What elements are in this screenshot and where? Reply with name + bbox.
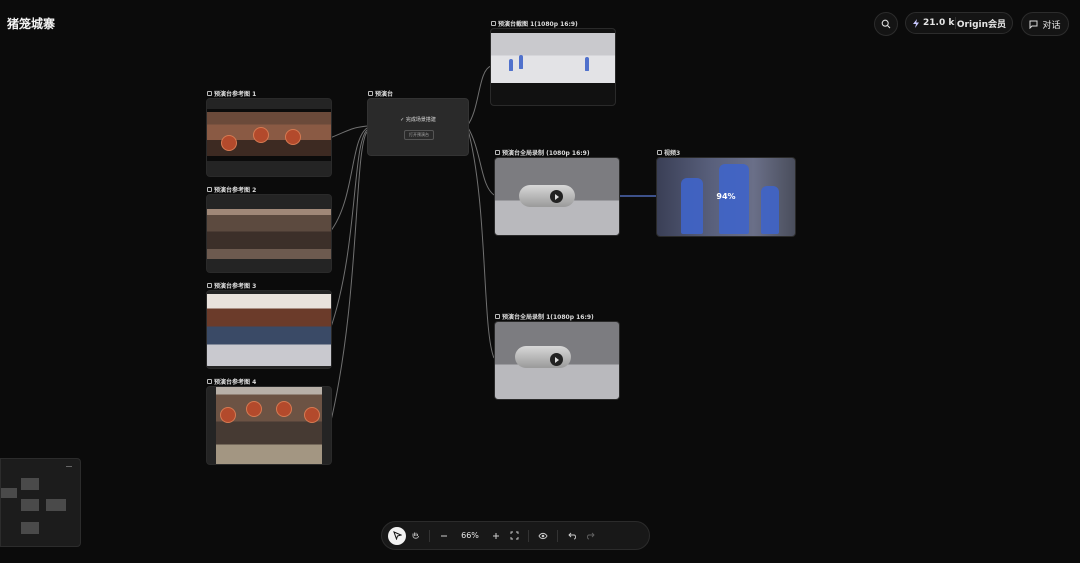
eye-icon <box>538 532 548 539</box>
image-node-icon <box>207 379 212 384</box>
image-node-icon <box>491 21 496 26</box>
image-node-icon <box>207 283 212 288</box>
minimap-node <box>46 499 66 511</box>
lantern-decoration <box>276 401 292 417</box>
video-node-3[interactable]: 94% <box>656 157 796 237</box>
lantern-decoration <box>246 401 262 417</box>
zoom-out-button[interactable] <box>435 527 453 545</box>
canvas-toolbar: 66% <box>381 521 650 550</box>
image-node-icon <box>207 187 212 192</box>
minimap-node <box>21 499 39 511</box>
undo-icon <box>567 532 576 540</box>
zoom-in-icon <box>493 532 499 539</box>
ref-image-node-1[interactable] <box>206 98 332 177</box>
play-icon[interactable] <box>550 190 563 203</box>
zoom-out-icon <box>441 535 447 536</box>
lantern-decoration <box>253 127 269 143</box>
ref-image-node-4[interactable] <box>206 386 332 465</box>
node-label-rec2: 预演台全局录制 1(1080p 16:9) <box>495 312 594 321</box>
pointer-icon <box>392 531 402 540</box>
preview-button[interactable] <box>534 527 552 545</box>
capsule-object <box>519 185 575 207</box>
node-label-video3: 视频3 <box>657 148 680 157</box>
zoom-level[interactable]: 66% <box>453 531 487 540</box>
minimap-node <box>21 478 39 490</box>
ref-image-4 <box>216 387 322 464</box>
node-label-ref4: 预演台参考图 4 <box>207 377 256 386</box>
screenshot-node-1[interactable] <box>490 28 616 106</box>
node-label-ref3: 预演台参考图 3 <box>207 281 256 290</box>
pointer-tool[interactable] <box>388 526 406 545</box>
video-node-icon <box>657 150 662 155</box>
blue-figure <box>509 59 513 71</box>
lantern-decoration <box>221 135 237 151</box>
minimap[interactable] <box>0 458 81 547</box>
node-label-stage: 预演台 <box>368 89 393 98</box>
redo-icon <box>586 532 595 540</box>
hand-icon <box>412 532 419 539</box>
screenshot-image-1 <box>491 33 615 83</box>
zoom-in-button[interactable] <box>487 527 505 545</box>
open-stage-button[interactable]: 打开预演台 <box>404 130 434 140</box>
redo-button[interactable] <box>581 527 599 545</box>
ref-image-node-3[interactable] <box>206 290 332 369</box>
video-node-icon <box>495 150 500 155</box>
node-label-ref2: 预演台参考图 2 <box>207 185 256 194</box>
stage-node-icon <box>368 91 373 96</box>
minimap-node <box>21 522 39 534</box>
stage-status: ✓ 完成场景搭建 <box>400 117 436 123</box>
minimap-collapse-icon[interactable] <box>66 466 72 467</box>
toolbar-divider <box>429 529 430 542</box>
ref-image-2 <box>207 209 331 259</box>
toolbar-divider <box>528 529 529 542</box>
lantern-decoration <box>220 407 236 423</box>
recording-node-1[interactable] <box>494 157 620 236</box>
video-node-icon <box>495 314 500 319</box>
node-label-rec1: 预演台全局录制 (1080p 16:9) <box>495 148 590 157</box>
toolbar-divider <box>557 529 558 542</box>
node-label-shot1: 预演台截图 1(1080p 16:9) <box>491 19 578 28</box>
ref-image-node-2[interactable] <box>206 194 332 273</box>
node-label-ref1: 预演台参考图 1 <box>207 89 256 98</box>
hand-tool[interactable] <box>406 527 424 545</box>
stage-node[interactable]: ✓ 完成场景搭建 打开预演台 <box>367 98 469 156</box>
generation-progress: 94% <box>716 192 736 201</box>
play-icon[interactable] <box>550 353 563 366</box>
recording-node-2[interactable] <box>494 321 620 400</box>
ref-image-1 <box>207 109 331 161</box>
blue-figure <box>519 55 523 69</box>
blue-figure <box>585 57 589 71</box>
fit-screen-button[interactable] <box>505 527 523 545</box>
undo-button[interactable] <box>563 527 581 545</box>
image-node-icon <box>207 91 212 96</box>
lantern-decoration <box>304 407 320 423</box>
minimap-node <box>1 488 17 498</box>
ref-image-3 <box>207 294 331 366</box>
fit-screen-icon <box>510 531 518 540</box>
lantern-decoration <box>285 129 301 145</box>
blue-figure <box>681 178 703 234</box>
